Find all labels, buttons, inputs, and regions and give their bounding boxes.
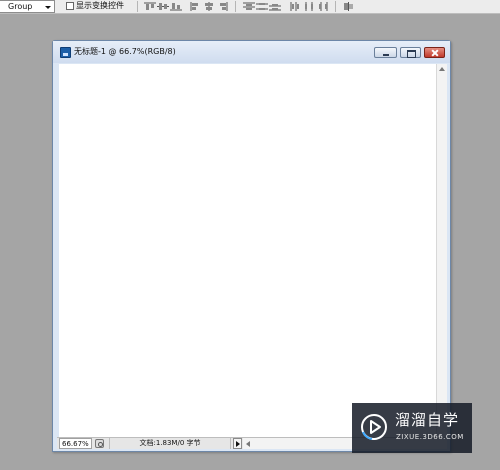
minimize-button[interactable] [374, 47, 397, 58]
distribute-right-icon[interactable] [316, 2, 328, 11]
distribute-vcenter-icon[interactable] [256, 2, 268, 11]
status-menu-arrow-icon[interactable] [233, 438, 242, 449]
zoom-level-field[interactable]: 66.67% [59, 438, 92, 449]
document-size-text: 文档:1.83M/0 字节 [139, 439, 201, 447]
scroll-left-arrow-icon[interactable] [246, 441, 250, 447]
zoom-level-value: 66.67% [62, 440, 89, 448]
play-logo-icon [361, 414, 387, 440]
photoshop-document-icon [60, 47, 71, 58]
auto-select-value: Group [8, 2, 33, 11]
align-vcenter-icon[interactable] [157, 2, 169, 11]
distribute-bottom-icon[interactable] [269, 2, 281, 11]
scroll-up-arrow-icon[interactable] [439, 67, 445, 71]
options-bar: Group 显示变换控件 [0, 0, 500, 14]
watermark-url: ZIXUE.3D66.COM [396, 433, 464, 441]
document-size-info: 文档:1.83M/0 字节 [109, 438, 231, 449]
watermark-overlay: 溜溜自学 ZIXUE.3D66.COM [352, 403, 472, 453]
auto-select-dropdown[interactable]: Group [0, 0, 55, 13]
document-canvas[interactable] [59, 64, 436, 437]
show-transform-controls-label[interactable]: 显示变换控件 [76, 0, 124, 12]
toolbar-divider [335, 1, 336, 12]
align-right-icon[interactable] [216, 2, 228, 11]
toolbar-divider [235, 1, 236, 12]
distribute-left-icon[interactable] [290, 2, 302, 11]
align-left-icon[interactable] [190, 2, 202, 11]
show-transform-controls-checkbox[interactable] [66, 2, 74, 10]
maximize-button[interactable] [400, 47, 421, 58]
distribute-top-icon[interactable] [243, 2, 255, 11]
toolbar-divider [137, 1, 138, 12]
document-title: 无标题-1 @ 66.7%(RGB/8) [74, 47, 176, 56]
watermark-brand: 溜溜自学 [395, 411, 460, 429]
vertical-scrollbar[interactable] [436, 64, 447, 437]
align-hcenter-icon[interactable] [203, 2, 215, 11]
chevron-down-icon[interactable] [45, 6, 51, 9]
close-button[interactable] [424, 47, 445, 58]
align-top-icon[interactable] [144, 2, 156, 11]
document-window: 无标题-1 @ 66.7%(RGB/8) 66.67% 文档:1.83M/0 字… [52, 40, 451, 452]
distribute-hcenter-icon[interactable] [303, 2, 315, 11]
document-titlebar[interactable]: 无标题-1 @ 66.7%(RGB/8) [53, 41, 450, 63]
auto-align-layers-icon[interactable] [343, 2, 355, 11]
status-options-icon[interactable] [95, 439, 104, 448]
align-bottom-icon[interactable] [170, 2, 182, 11]
